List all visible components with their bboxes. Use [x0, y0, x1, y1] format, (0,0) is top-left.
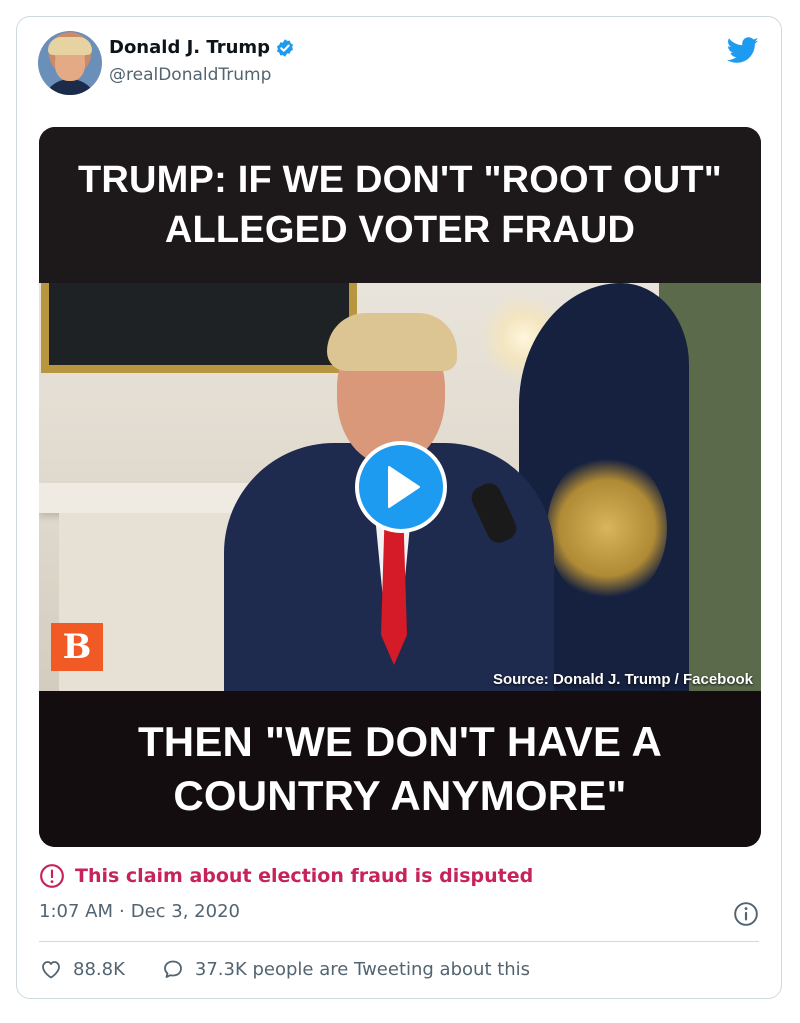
video-source-label: Source: Donald J. Trump / Facebook [492, 671, 753, 688]
video-caption-bottom: THEN "WE DON'T HAVE A COUNTRY ANYMORE" [39, 691, 761, 847]
tweet-actions: 88.8K 37.3K people are Tweeting about th… [39, 957, 530, 981]
breitbart-logo: B [51, 623, 103, 671]
heart-icon [42, 961, 60, 979]
info-icon[interactable] [733, 901, 759, 927]
verified-badge-icon [277, 38, 294, 57]
exclamation-circle-icon [40, 864, 64, 888]
tweeting-about-text: 37.3K people are Tweeting about this [194, 958, 531, 980]
speech-bubble-icon [163, 960, 182, 978]
tweeting-about-link[interactable]: 37.3K people are Tweeting about this [161, 957, 530, 981]
disputed-claim-text: This claim about election fraud is dispu… [75, 865, 534, 887]
timestamp-separator: · [119, 901, 125, 922]
author-handle[interactable]: @realDonaldTrump [109, 65, 271, 85]
tweet-timestamp[interactable]: 1:07 AM · Dec 3, 2020 [39, 901, 240, 922]
caption-top-text: TRUMP: IF WE DON'T "ROOT OUT" ALLEGED VO… [77, 159, 723, 251]
like-button[interactable]: 88.8K [39, 957, 125, 981]
tweet-date: Dec 3, 2020 [130, 901, 240, 922]
like-count: 88.8K [73, 958, 125, 980]
avatar[interactable] [38, 31, 102, 95]
caption-bottom-text: THEN "WE DON'T HAVE A COUNTRY ANYMORE" [137, 718, 663, 819]
video-player[interactable]: TRUMP: IF WE DON'T "ROOT OUT" ALLEGED VO… [39, 127, 761, 847]
twitter-bird-icon[interactable] [727, 37, 759, 64]
presidential-seal [547, 453, 667, 603]
tweet-time: 1:07 AM [39, 901, 113, 922]
disputed-claim-label[interactable]: This claim about election fraud is dispu… [39, 863, 533, 889]
tweet-card[interactable]: Donald J. Trump @realDonaldTrump TRUMP: … [16, 16, 782, 999]
author-display-name[interactable]: Donald J. Trump [109, 37, 270, 58]
author-name-row: Donald J. Trump [109, 37, 295, 58]
video-caption-top: TRUMP: IF WE DON'T "ROOT OUT" ALLEGED VO… [39, 127, 761, 283]
play-button[interactable] [355, 441, 447, 533]
painting-frame [41, 283, 357, 373]
play-icon [388, 466, 420, 508]
divider [39, 941, 759, 942]
